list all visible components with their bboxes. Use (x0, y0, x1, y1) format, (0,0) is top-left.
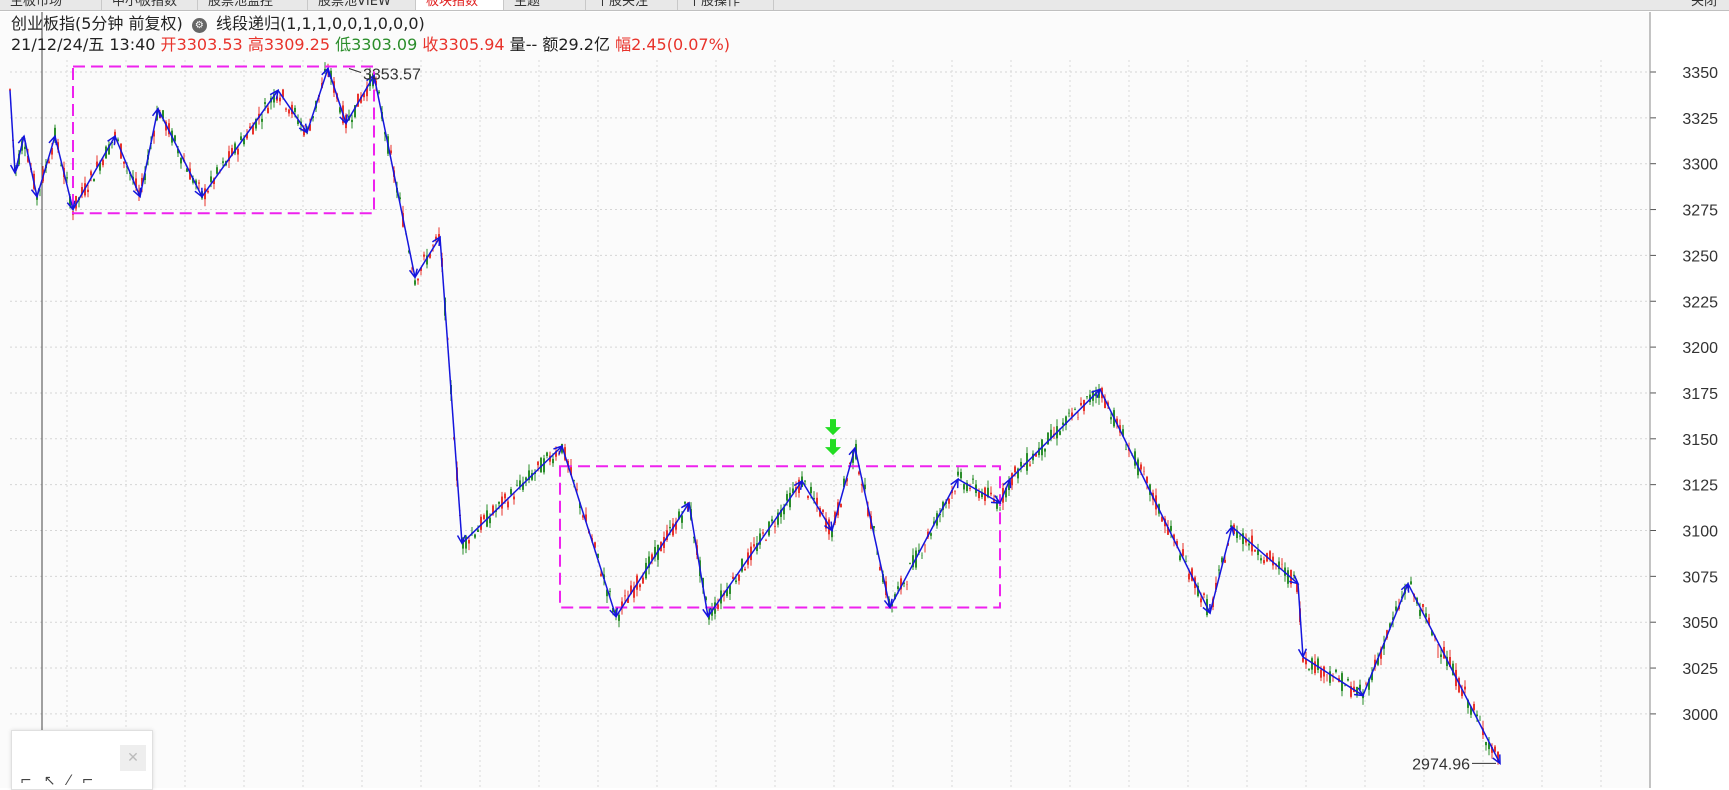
amount-value: 29.2亿 (558, 35, 610, 54)
range-label: 幅 (615, 35, 632, 54)
volume-label: 量 (509, 35, 526, 54)
close-value: 3305.94 (438, 35, 505, 54)
settings-icon[interactable]: ⚙ (191, 18, 207, 33)
y-tick-label: 3350 (1682, 65, 1718, 82)
low-label: 低 (335, 35, 352, 54)
y-tick-label: 3175 (1682, 386, 1718, 403)
y-tick-label: 3300 (1682, 157, 1718, 174)
volume-value: -- (525, 35, 538, 54)
y-tick-label: 3100 (1682, 524, 1718, 541)
y-tick-label: 3275 (1682, 203, 1718, 220)
y-tick-label: 3325 (1682, 111, 1718, 128)
y-tick-label: 3000 (1682, 707, 1718, 724)
low-value: 3303.09 (351, 35, 418, 54)
plot-background (0, 12, 1650, 788)
price-chart[interactable]: 3350 3325 3300 3275 3250 3225 3200 3175 3150 3125… (0, 0, 1729, 788)
y-tick-label: 3050 (1682, 615, 1718, 632)
y-tick-label: 3200 (1682, 340, 1718, 357)
high-label: 高 (247, 35, 264, 54)
y-tick-label: 3250 (1682, 248, 1718, 265)
close-icon[interactable]: ✕ (120, 745, 146, 771)
close-label: 收 (422, 35, 439, 54)
drawing-toolbox: ✕ ⌐↖⁄⌐ (11, 730, 153, 790)
open-value: 3303.53 (176, 35, 243, 54)
y-tick-label: 3125 (1682, 478, 1718, 495)
y-tick-label: 3225 (1682, 294, 1718, 311)
bar-date: 21/12/24/五 13:40 (11, 35, 156, 54)
y-tick-label: 3075 (1682, 569, 1718, 586)
security-name: 创业板指(5分钟 前复权) (11, 14, 183, 33)
amount-label: 额 (542, 35, 559, 54)
indicator-name[interactable]: 线段递归(1,1,1,0,0,1,0,0,0) (216, 14, 425, 33)
y-tick-label: 3150 (1682, 432, 1718, 449)
y-tick-label: 3025 (1682, 661, 1718, 678)
high-annotation-label: 3353.57 (363, 66, 421, 83)
open-label: 开 (160, 35, 177, 54)
drawing-tools-icons[interactable]: ⌐↖⁄⌐ (20, 773, 106, 789)
low-annotation-label: 2974.96 (1412, 756, 1470, 773)
ohlc-row: 21/12/24/五 13:40 开3303.53 高3309.25 低3303… (11, 35, 730, 55)
chart-title-row: 创业板指(5分钟 前复权) ⚙ 线段递归(1,1,1,0,0,1,0,0,0) (11, 14, 425, 34)
high-value: 3309.25 (263, 35, 331, 54)
range-value: 2.45(0.07%) (631, 35, 731, 54)
